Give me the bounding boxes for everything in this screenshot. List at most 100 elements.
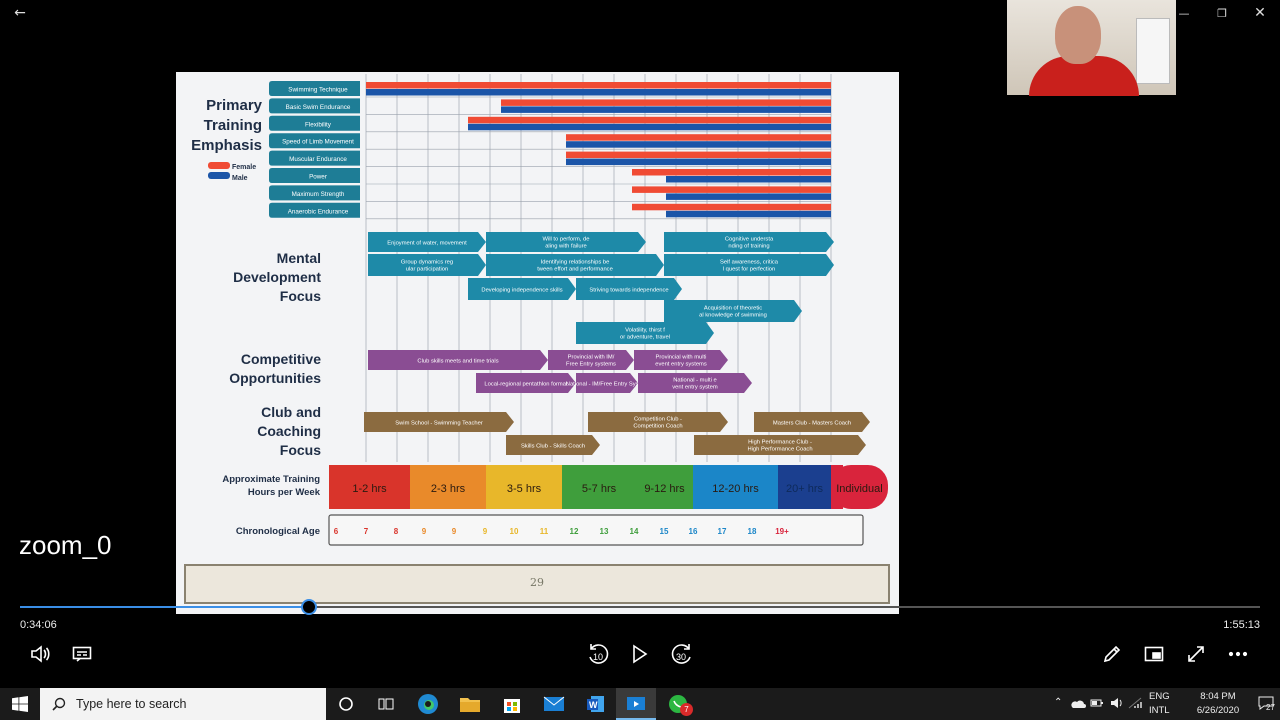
coaching-item-label: Skills Club - Skills Coach	[521, 443, 585, 449]
primary-row-label: Anaerobic Endurance	[288, 208, 349, 215]
maximize-button[interactable]: ❐	[1202, 0, 1242, 26]
age-label: 6	[334, 527, 339, 536]
mental-item-label: ular participation	[406, 267, 449, 273]
minimize-icon: —	[1178, 6, 1190, 20]
fullscreen-icon	[1188, 646, 1204, 662]
whatsapp-button[interactable]: 7	[658, 688, 698, 720]
primary-heading-line: Emphasis	[191, 137, 262, 154]
speaker-icon[interactable]	[1110, 697, 1124, 709]
primary-heading-line: Training	[204, 117, 262, 134]
close-button[interactable]: ✕	[1240, 0, 1280, 26]
mini-view-button[interactable]	[1140, 640, 1168, 668]
clock-date[interactable]: 6/26/2020	[1192, 705, 1244, 716]
mental-item-label: al knowledge of swimming	[699, 313, 767, 319]
page-footer: 29	[184, 564, 890, 604]
age-label: 7	[364, 527, 369, 536]
battery-icon[interactable]	[1090, 698, 1104, 708]
volume-button[interactable]	[26, 640, 54, 668]
competitive-item-label: National - IM/Free Entry System	[566, 381, 649, 387]
female-bar	[632, 169, 831, 176]
cortana-button[interactable]	[326, 688, 366, 720]
male-bar	[666, 210, 831, 218]
start-button[interactable]	[0, 688, 40, 720]
female-bar	[566, 151, 831, 159]
competitive-item-label: vent entry system	[672, 385, 718, 391]
movies-tv-button[interactable]	[616, 688, 656, 720]
age-heading: Chronological Age	[236, 526, 320, 537]
hours-band-label: 9-12 hrs	[644, 483, 685, 495]
hours-band-label: 2-3 hrs	[431, 483, 466, 495]
age-label: 18	[748, 527, 757, 536]
coaching_heading-line: Coaching	[257, 423, 321, 439]
age-label: 9	[452, 527, 457, 536]
primary-row-label: Swimming Technique	[288, 87, 348, 94]
total-time: 1:55:13	[1223, 619, 1260, 631]
seek-bar[interactable]	[20, 599, 1260, 615]
coaching-item-label: High Performance Club -	[748, 440, 812, 446]
female-bar	[632, 203, 831, 211]
age-label: 13	[600, 527, 609, 536]
language-code[interactable]: ENG	[1149, 691, 1170, 702]
male-bar	[566, 158, 831, 166]
skip-forward-button[interactable]: 30	[668, 640, 696, 668]
subtitles-button[interactable]	[68, 640, 96, 668]
more-options-button[interactable]	[1224, 640, 1252, 668]
chevron-up-icon[interactable]: ⌃	[1054, 697, 1062, 708]
play-button[interactable]	[626, 640, 654, 668]
female-bar	[468, 116, 831, 124]
search-icon	[52, 697, 66, 711]
mail-button[interactable]	[534, 688, 574, 720]
age-label: 10	[510, 527, 519, 536]
seek-thumb[interactable]	[300, 599, 317, 615]
back-arrow-icon: ←	[14, 5, 26, 21]
whatsapp-badge: 7	[680, 703, 693, 716]
mental-item-label: Acquisition of theoretic	[704, 306, 762, 312]
system-tray: ⌃ ENG INTL 8:04 PM 6/26/2020 27	[1048, 688, 1280, 720]
mental-item-label: l quest for perfection	[723, 267, 776, 273]
mental_heading-line: Development	[233, 269, 321, 285]
age-label: 8	[394, 527, 399, 536]
video-title: zoom_0	[19, 530, 112, 560]
back-button[interactable]: ←	[0, 0, 40, 26]
file-explorer-button[interactable]	[450, 688, 490, 720]
store-button[interactable]	[492, 688, 532, 720]
word-button[interactable]: W	[576, 688, 616, 720]
taskbar: Type here to search W 7 ⌃ ENG INTL 8:04 …	[0, 688, 1280, 720]
word-icon: W	[587, 696, 604, 712]
presentation-slide: Primary Training Emphasis Female Male Swimmin…	[176, 72, 899, 614]
primary-row-label: Speed of Limb Movement	[282, 139, 354, 146]
draw-button[interactable]	[1098, 640, 1126, 668]
mental-item-label: tween effort and performance	[537, 267, 613, 273]
male-bar	[666, 176, 831, 183]
female-bar	[632, 186, 831, 193]
hours-heading-line: Hours per Week	[248, 487, 321, 498]
mental-item-label: Self awareness, critica	[720, 260, 779, 266]
competitive-item-label: Club skills meets and time trials	[417, 358, 498, 364]
notification-count: 27	[1266, 703, 1275, 712]
hours-band-label: Individual	[836, 483, 882, 495]
age-label: 15	[660, 527, 669, 536]
svg-text:W: W	[589, 700, 598, 710]
fullscreen-button[interactable]	[1182, 640, 1210, 668]
hours-band-label: 5-7 hrs	[582, 483, 617, 495]
taskbar-search[interactable]: Type here to search	[40, 688, 326, 720]
mental-item-label: Striving towards independence	[589, 287, 668, 293]
task-view-icon	[378, 698, 394, 710]
keyboard-layout[interactable]: INTL	[1149, 705, 1170, 716]
mental-item-label: Will to perform, de	[542, 237, 589, 243]
mental_heading-line: Mental	[277, 250, 321, 266]
task-view-button[interactable]	[366, 688, 406, 720]
wifi-icon[interactable]	[1128, 697, 1142, 709]
edge-button[interactable]	[408, 688, 448, 720]
competitive-item-label: Provincial with IM/	[568, 355, 615, 361]
competitive-item-label: Local-regional pentathlon format	[484, 381, 568, 387]
skip-back-button[interactable]: 10	[584, 640, 612, 668]
windows-logo-icon	[12, 696, 28, 712]
mental-item-label: or adventure, travel	[620, 335, 670, 341]
competitive-item-label: Free Entry systems	[566, 362, 616, 368]
onedrive-icon[interactable]	[1070, 699, 1086, 709]
clock-time[interactable]: 8:04 PM	[1192, 691, 1244, 702]
mental-item-label: Identifying relationships be	[541, 260, 610, 266]
seek-progress	[20, 606, 309, 608]
female-bar	[366, 82, 831, 89]
